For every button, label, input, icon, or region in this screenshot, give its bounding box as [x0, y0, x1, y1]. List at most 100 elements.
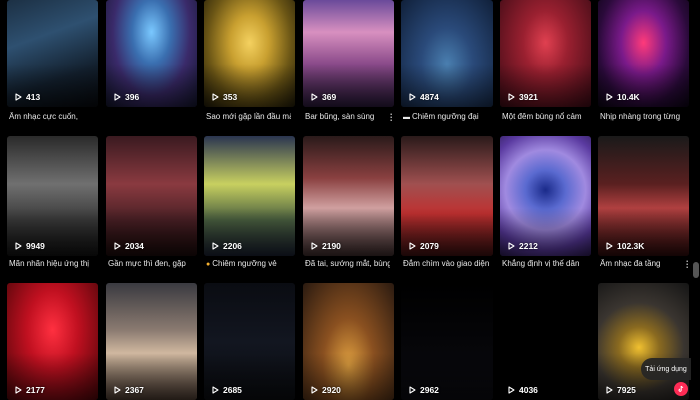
thumbnail-image: [500, 283, 591, 400]
video-caption[interactable]: Đã tai, sướng mắt, bùng: [305, 259, 390, 268]
play-icon: [114, 242, 121, 250]
view-count: 2367: [114, 385, 144, 395]
thumbnail-image: [303, 0, 394, 107]
play-icon: [311, 386, 318, 394]
thumbnail-image: [401, 0, 493, 107]
thumbnail-image: [598, 283, 689, 400]
video-thumbnail[interactable]: 10.4K: [598, 0, 689, 107]
thumbnail-image: [106, 283, 197, 400]
video-caption[interactable]: Một đêm bùng nổ cảm: [502, 112, 587, 121]
video-thumbnail[interactable]: 353: [204, 0, 295, 107]
view-count: 2034: [114, 241, 144, 251]
video-thumbnail[interactable]: 2367: [106, 283, 197, 400]
view-count-text: 4036: [519, 385, 538, 395]
video-thumbnail[interactable]: 2177: [7, 283, 98, 400]
thumbnail-image: [204, 136, 295, 256]
play-icon: [15, 93, 22, 101]
video-caption-text: Đã tai, sướng mắt, bùng: [305, 259, 390, 268]
view-count: 2685: [212, 385, 242, 395]
view-count-text: 9949: [26, 241, 45, 251]
view-count-text: 2685: [223, 385, 242, 395]
thumbnail-image: [500, 0, 591, 107]
app-logo-icon[interactable]: [674, 382, 688, 396]
thumbnail-image: [401, 136, 493, 256]
view-count-text: 2206: [223, 241, 242, 251]
thumbnail-image: [500, 136, 591, 256]
thumbnail-image: [106, 0, 197, 107]
view-count: 2079: [409, 241, 439, 251]
video-thumbnail[interactable]: 2212: [500, 136, 591, 256]
view-count: 2920: [311, 385, 341, 395]
thumbnail-image: [598, 0, 689, 107]
video-caption[interactable]: Mãn nhãn hiệu ứng thị: [9, 259, 94, 268]
download-app-button[interactable]: Tải ứng dụng: [641, 358, 691, 380]
play-icon: [114, 93, 121, 101]
view-count-text: 102.3K: [617, 241, 645, 251]
video-thumbnail[interactable]: 4036: [500, 283, 591, 400]
view-count: 2190: [311, 241, 341, 251]
video-thumbnail[interactable]: 102.3K: [598, 136, 689, 256]
video-thumbnail[interactable]: 2206: [204, 136, 295, 256]
video-caption[interactable]: Sao mới gặp lần đầu mà: [206, 112, 291, 121]
video-thumbnail[interactable]: 2962: [401, 283, 493, 400]
view-count-text: 2190: [322, 241, 341, 251]
view-count-text: 2212: [519, 241, 538, 251]
thumbnail-image: [303, 136, 394, 256]
video-thumbnail[interactable]: 396: [106, 0, 197, 107]
view-count: 369: [311, 92, 336, 102]
thumbnail-image: [204, 0, 295, 107]
video-caption[interactable]: Nhịp nhàng trong từng: [600, 112, 685, 121]
video-caption[interactable]: ▬ Chiêm ngưỡng đại: [403, 112, 489, 121]
play-icon: [409, 242, 416, 250]
play-icon: [212, 242, 219, 250]
video-thumbnail[interactable]: 2079: [401, 136, 493, 256]
view-count-text: 396: [125, 92, 140, 102]
video-thumbnail[interactable]: 2034: [106, 136, 197, 256]
video-thumbnail[interactable]: 2920: [303, 283, 394, 400]
video-thumbnail[interactable]: 9949: [7, 136, 98, 256]
thumbnail-image: [7, 0, 98, 107]
video-caption-text: Âm nhạc đa tầng: [600, 259, 661, 268]
view-count-text: 2079: [420, 241, 439, 251]
more-options-icon[interactable]: ···: [386, 113, 396, 122]
thumbnail-image: [106, 136, 197, 256]
play-icon: [606, 93, 613, 101]
video-caption[interactable]: Bar bũng, sàn sùng: [305, 112, 390, 121]
video-caption-text: Đắm chìm vào giao diện: [403, 259, 489, 268]
scrollbar-thumb[interactable]: [693, 262, 699, 278]
video-caption[interactable]: ● Chiêm ngưỡng vẻ: [206, 259, 291, 268]
view-count: 3921: [508, 92, 538, 102]
play-icon: [15, 386, 22, 394]
video-caption-text: Một đêm bùng nổ cảm: [502, 112, 582, 121]
play-icon: [508, 386, 515, 394]
video-caption-text: Khẳng định vị thế dân: [502, 259, 580, 268]
video-thumbnail[interactable]: 3921: [500, 0, 591, 107]
video-caption[interactable]: Đắm chìm vào giao diện: [403, 259, 489, 268]
view-count-text: 10.4K: [617, 92, 640, 102]
video-caption-text: Chiêm ngưỡng vẻ: [212, 259, 277, 268]
video-caption[interactable]: Âm nhạc đa tầng: [600, 259, 685, 268]
more-options-icon[interactable]: ···: [682, 260, 692, 269]
view-count: 2212: [508, 241, 538, 251]
video-thumbnail[interactable]: 4874: [401, 0, 493, 107]
view-count: 396: [114, 92, 139, 102]
view-count: 9949: [15, 241, 45, 251]
video-caption[interactable]: Âm nhạc cực cuốn,: [9, 112, 94, 121]
video-grid: 413 396 353 369 4874 3921 10.4K 9949 2034 2206 219…: [0, 0, 700, 400]
play-icon: [212, 93, 219, 101]
video-thumbnail[interactable]: 413: [7, 0, 98, 107]
video-thumbnail[interactable]: 7925: [598, 283, 689, 400]
thumbnail-image: [7, 283, 98, 400]
video-thumbnail[interactable]: 369: [303, 0, 394, 107]
view-count-text: 2177: [26, 385, 45, 395]
scrollbar[interactable]: [692, 0, 700, 400]
video-caption[interactable]: Gần mực thì đen, gặp: [108, 259, 193, 268]
video-thumbnail[interactable]: 2190: [303, 136, 394, 256]
view-count-text: 7925: [617, 385, 636, 395]
video-caption[interactable]: Khẳng định vị thế dân: [502, 259, 587, 268]
thumbnail-image: [401, 283, 493, 400]
view-count: 2962: [409, 385, 439, 395]
view-count: 4036: [508, 385, 538, 395]
play-icon: [606, 242, 613, 250]
video-thumbnail[interactable]: 2685: [204, 283, 295, 400]
